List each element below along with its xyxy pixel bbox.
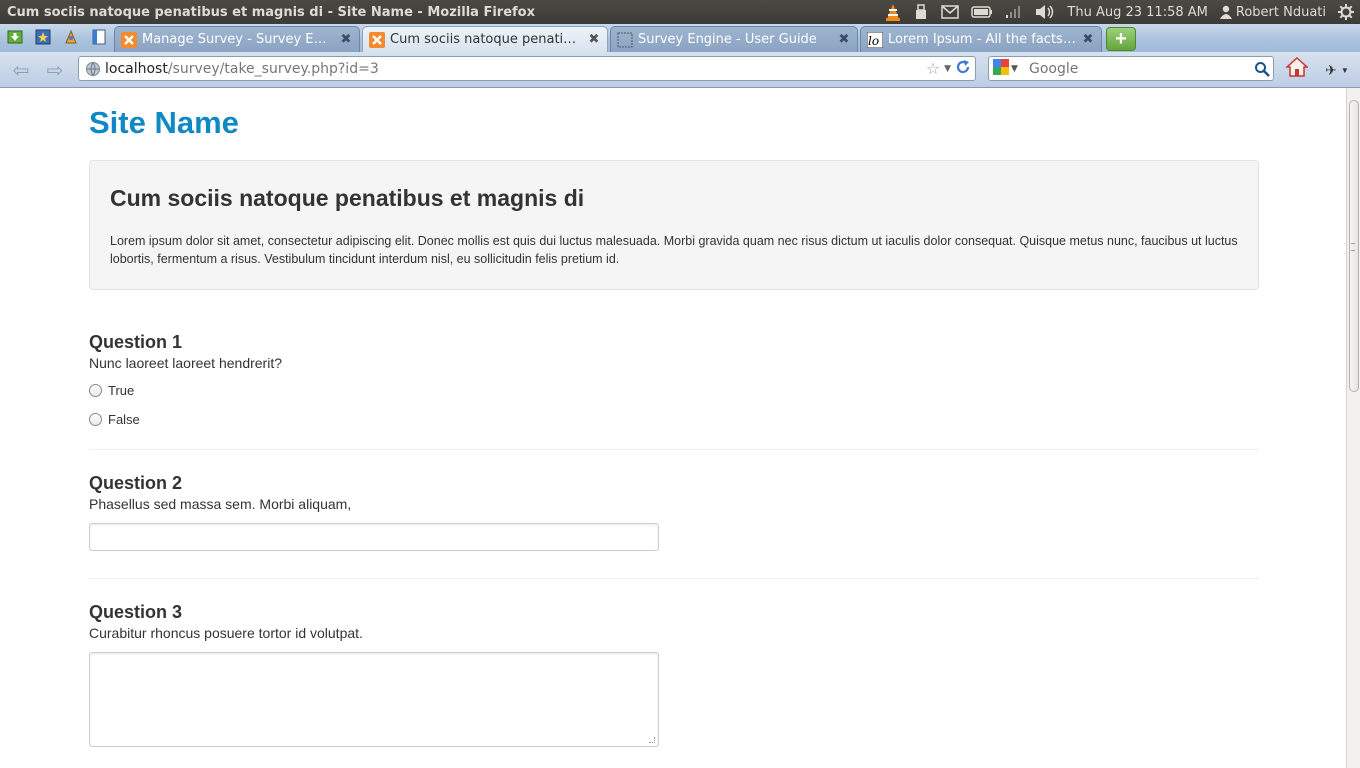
app-tab-download[interactable] [2, 26, 28, 52]
scrollbar-grip-icon [1351, 243, 1355, 251]
tab-strip: Manage Survey - Survey Engine ✖ Cum soci… [0, 24, 1360, 52]
user-icon [1219, 5, 1232, 19]
user-name: Robert Nduati [1235, 4, 1326, 20]
divider [89, 449, 1259, 450]
vlc-icon[interactable] [879, 0, 907, 24]
survey-header-box: Cum sociis natoque penatibus et magnis d… [89, 160, 1259, 290]
resize-handle-icon[interactable] [649, 737, 655, 743]
search-engine-selector[interactable]: ▼ [993, 58, 1025, 79]
url-host: localhost [105, 60, 168, 77]
user-menu[interactable]: Robert Nduati [1214, 0, 1332, 24]
app-tab-document[interactable] [86, 26, 112, 52]
vertical-scrollbar[interactable] [1346, 88, 1360, 768]
close-icon[interactable]: ✖ [837, 32, 851, 47]
extension-icon [63, 29, 79, 50]
answer-textarea[interactable] [89, 652, 659, 747]
survey-description: Lorem ipsum dolor sit amet, consectetur … [110, 234, 1238, 266]
forward-button[interactable]: ⇨ [38, 55, 72, 85]
forward-arrow-icon: ⇨ [46, 59, 64, 82]
question-text: Nunc laoreet laoreet hendrerit? [89, 355, 283, 371]
power-gear-icon[interactable] [1332, 0, 1360, 24]
usb-icon[interactable] [907, 0, 935, 24]
close-icon[interactable]: ✖ [587, 32, 601, 47]
clock-datetime[interactable]: Thu Aug 23 11:58 AM [1061, 0, 1213, 24]
tab-label: Manage Survey - Survey Engine [142, 32, 334, 47]
survey-icon [369, 31, 385, 48]
site-name-link[interactable]: Site Name [89, 105, 239, 141]
download-icon [7, 29, 23, 50]
airplane-icon: ✈ [1325, 61, 1337, 78]
home-icon [1285, 56, 1309, 82]
navigation-toolbar: ⇦ ⇨ localhost/survey/take_survey.php?id=… [0, 52, 1360, 88]
svg-text:lo: lo [868, 34, 879, 48]
system-tray: Thu Aug 23 11:58 AM Robert Nduati [879, 0, 1360, 24]
window-title: Cum sociis natoque penatibus et magnis d… [7, 4, 535, 20]
tab-label: Cum sociis natoque penatib… [390, 32, 582, 47]
page-viewport: Site Name Cum sociis natoque penatibus e… [0, 88, 1346, 768]
question-heading: Question 1 [89, 332, 183, 352]
google-icon [993, 58, 1009, 79]
site-identity-icon[interactable] [85, 61, 101, 77]
search-icon[interactable] [1251, 58, 1273, 80]
tab-label: Lorem Ipsum - All the facts -… [888, 32, 1076, 47]
blank-page-icon [617, 32, 633, 48]
question-2: Question 2 Phasellus sed massa sem. Morb… [89, 472, 1259, 551]
question-1: Question 1 Nunc laoreet laoreet hendreri… [89, 331, 1259, 434]
url-tools: ☆ ▼ [926, 59, 975, 79]
volume-icon[interactable] [1029, 0, 1061, 24]
survey-title: Cum sociis natoque penatibus et magnis d… [110, 185, 585, 211]
dropdown-arrow-icon: ▼ [1011, 63, 1018, 74]
os-top-panel: Cum sociis natoque penatibus et magnis d… [0, 0, 1360, 24]
new-tab-button[interactable]: + [1106, 27, 1136, 51]
question-3: Question 3 Curabitur rhoncus posuere tor… [89, 601, 1259, 747]
survey-icon [121, 31, 137, 48]
back-button[interactable]: ⇦ [4, 55, 38, 85]
mail-icon[interactable] [935, 0, 965, 24]
bookmark-star-icon [35, 29, 51, 50]
divider [89, 578, 1259, 579]
tab-user-guide[interactable]: Survey Engine - User Guide ✖ [610, 26, 858, 52]
app-tab-bookmark[interactable] [30, 26, 56, 52]
question-text: Curabitur rhoncus posuere tortor id volu… [89, 625, 363, 641]
radio-option-true[interactable]: True [89, 376, 1259, 405]
close-icon[interactable]: ✖ [339, 32, 353, 47]
answer-text-field[interactable] [89, 523, 659, 551]
network-icon[interactable] [999, 0, 1029, 24]
radio-button[interactable] [89, 384, 102, 397]
search-bar[interactable]: ▼ [988, 56, 1274, 81]
tab-label: Survey Engine - User Guide [638, 32, 817, 47]
question-heading: Question 2 [89, 473, 183, 493]
addon-button[interactable]: ✈ ▼ [1318, 58, 1356, 82]
radio-label: True [108, 383, 135, 398]
tab-lorem-ipsum[interactable]: lo Lorem Ipsum - All the facts -… ✖ [860, 26, 1102, 52]
close-icon[interactable]: ✖ [1081, 32, 1095, 47]
url-path: /survey/take_survey.php?id=3 [167, 60, 379, 77]
radio-button[interactable] [89, 413, 102, 426]
app-tab-extension[interactable] [58, 26, 84, 52]
question-text: Phasellus sed massa sem. Morbi aliquam, [89, 496, 352, 512]
radio-label: False [108, 412, 140, 427]
back-arrow-icon: ⇦ [12, 59, 30, 82]
dropdown-arrow-icon: ▼ [1340, 65, 1349, 75]
document-icon [92, 29, 106, 50]
reload-icon[interactable] [955, 59, 971, 79]
home-button[interactable] [1284, 56, 1310, 82]
question-heading: Question 3 [89, 602, 183, 622]
battery-icon[interactable] [965, 0, 999, 24]
url-bar[interactable]: localhost/survey/take_survey.php?id=3 ☆ … [78, 56, 976, 81]
tab-take-survey[interactable]: Cum sociis natoque penatib… ✖ [362, 26, 608, 52]
plus-icon: + [1115, 27, 1127, 50]
bookmark-star-outline-icon[interactable]: ☆ [926, 59, 940, 78]
search-input[interactable] [1025, 60, 1251, 77]
lorem-ipsum-icon: lo [866, 31, 884, 48]
radio-option-false[interactable]: False [89, 405, 1259, 434]
history-dropdown-icon[interactable]: ▼ [944, 64, 951, 74]
tab-manage-survey[interactable]: Manage Survey - Survey Engine ✖ [114, 26, 360, 52]
